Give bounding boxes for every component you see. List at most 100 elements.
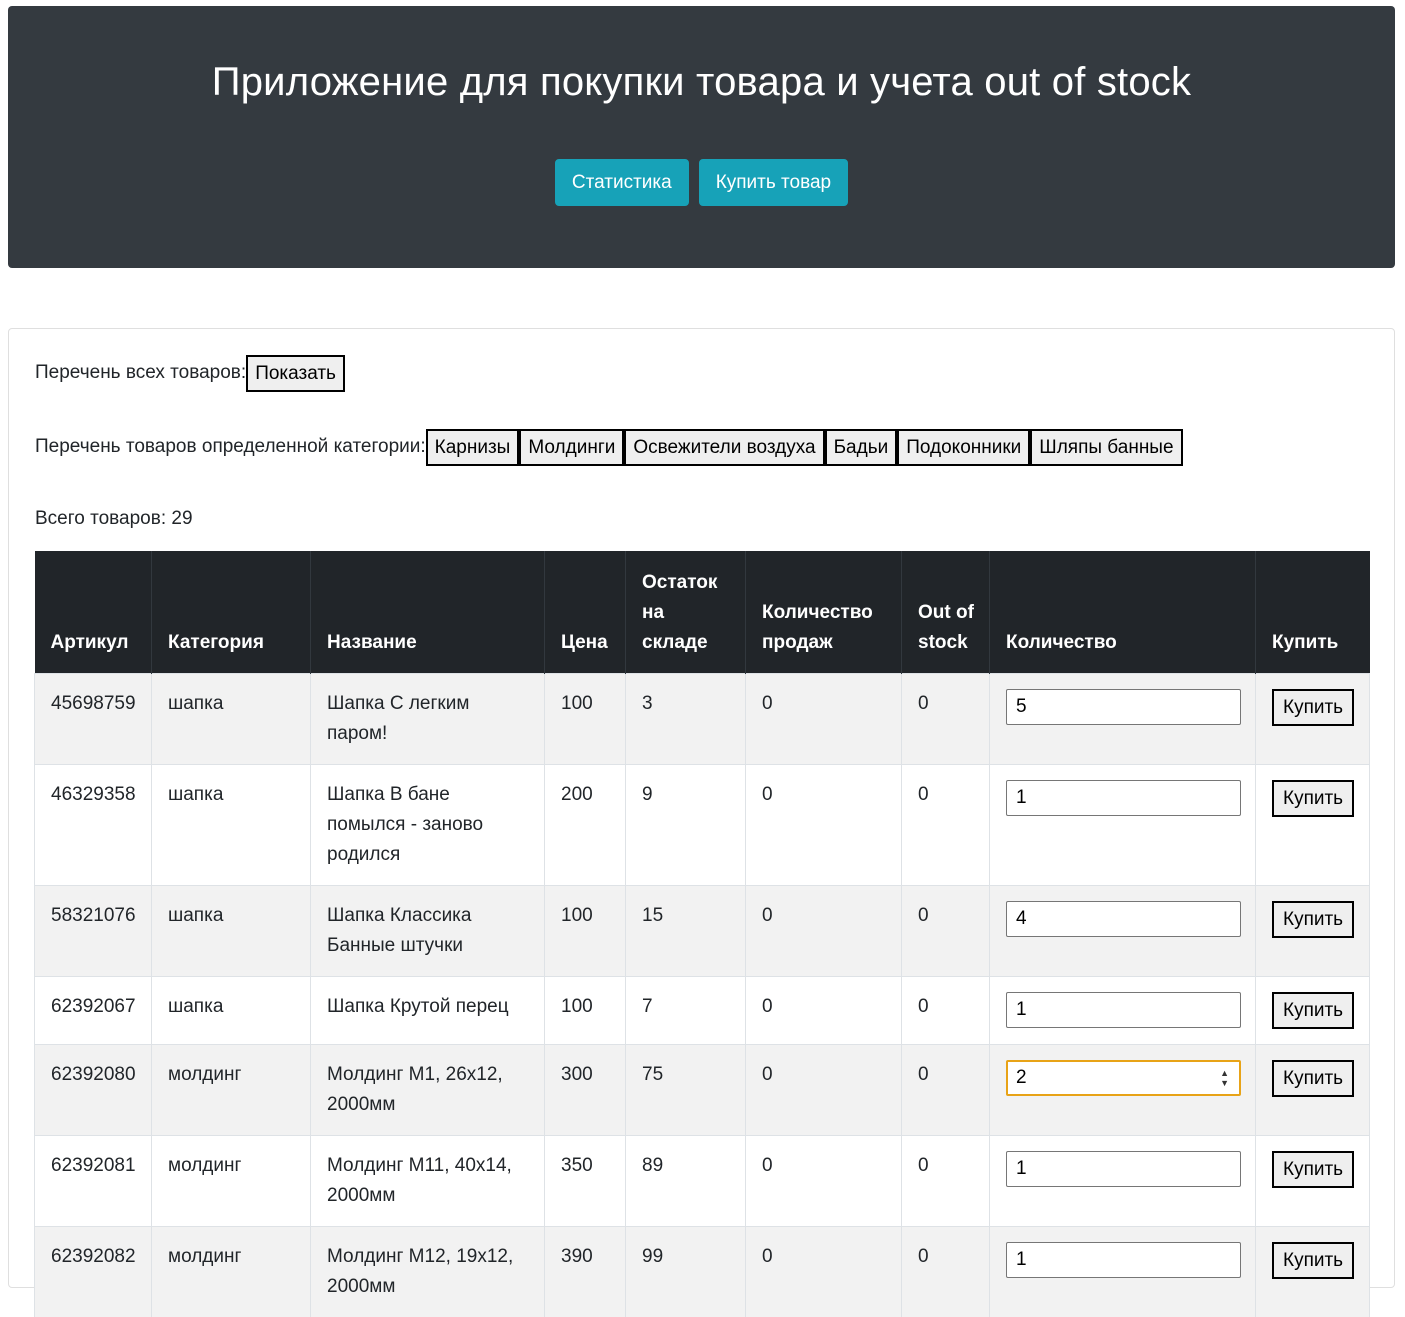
- cell-quantity: 2 ▲ ▼: [989, 1043, 1256, 1135]
- cell-oos: 0: [901, 672, 990, 764]
- table-row: 62392081 молдинг Молдинг М11, 40х14, 2000м…: [34, 1134, 1370, 1226]
- cell-oos: 0: [901, 1225, 990, 1317]
- quantity-input[interactable]: 1: [1006, 779, 1241, 816]
- cell-category: молдинг: [151, 1225, 311, 1317]
- cell-category: молдинг: [151, 1134, 311, 1226]
- total-count: Всего товаров: 29: [35, 508, 193, 529]
- cell-name: Молдинг М12, 19х12, 2000мм: [310, 1225, 545, 1317]
- quantity-value: 1: [1016, 1157, 1027, 1179]
- cell-category: шапка: [151, 763, 311, 885]
- page-title: Приложение для покупки товара и учета ou…: [211, 60, 1192, 104]
- cell-buy: Купить: [1255, 763, 1370, 885]
- quantity-input[interactable]: 4: [1006, 900, 1241, 937]
- cell-sku: 46329358: [34, 763, 152, 885]
- header-banner: Приложение для покупки товара и учета ou…: [8, 6, 1395, 268]
- cell-category: шапка: [151, 672, 311, 764]
- cell-oos: 0: [901, 975, 990, 1044]
- table-row: 62392067 шапка Шапка Крутой перец 100 7 0 0 1 Ку…: [34, 975, 1370, 1044]
- cell-sku: 62392082: [34, 1225, 152, 1317]
- buy-button[interactable]: Купить: [1272, 1150, 1355, 1188]
- column-header: Артикул: [34, 551, 152, 673]
- cell-buy: Купить: [1255, 1043, 1370, 1135]
- buy-button[interactable]: Купить: [1272, 1059, 1355, 1097]
- cell-sales: 0: [745, 672, 902, 764]
- buy-button[interactable]: Купить: [1272, 991, 1355, 1029]
- quantity-value: 1: [1016, 998, 1027, 1020]
- cell-name: Шапка В бане помылся - заново родился: [310, 763, 545, 885]
- column-header: Остаток на складе: [625, 551, 746, 673]
- quantity-input[interactable]: 2 ▲ ▼: [1006, 1059, 1241, 1096]
- cell-buy: Купить: [1255, 672, 1370, 764]
- cell-category: молдинг: [151, 1043, 311, 1135]
- cell-sales: 0: [745, 1043, 902, 1135]
- cell-oos: 0: [901, 763, 990, 885]
- cell-stock: 89: [625, 1134, 746, 1226]
- buy-button[interactable]: Купить: [1272, 900, 1355, 938]
- cell-quantity: 5: [989, 672, 1256, 764]
- category-button-tubs[interactable]: Бадьи: [824, 428, 898, 466]
- column-header: Название: [310, 551, 545, 673]
- quantity-input[interactable]: 1: [1006, 1150, 1241, 1187]
- cell-price: 100: [544, 672, 626, 764]
- statistics-button[interactable]: Статистика: [554, 159, 689, 206]
- buy-product-button[interactable]: Купить товар: [698, 159, 849, 206]
- column-header: Out of stock: [901, 551, 990, 673]
- products-table: Артикул Категория Название Цена Остаток …: [34, 551, 1370, 1317]
- cell-stock: 3: [625, 672, 746, 764]
- spinner-arrows-icon[interactable]: ▲ ▼: [1220, 1068, 1229, 1088]
- cell-price: 300: [544, 1043, 626, 1135]
- cell-sales: 0: [745, 1134, 902, 1226]
- cell-price: 200: [544, 763, 626, 885]
- cell-price: 390: [544, 1225, 626, 1317]
- quantity-input[interactable]: 1: [1006, 1241, 1241, 1278]
- category-filter-label: Перечень товаров определенной категории:: [35, 436, 426, 457]
- category-button-bath-hats[interactable]: Шляпы банные: [1030, 428, 1183, 466]
- cell-sales: 0: [745, 1225, 902, 1317]
- buy-button[interactable]: Купить: [1272, 1241, 1355, 1279]
- quantity-value: 1: [1016, 786, 1027, 808]
- show-all-button[interactable]: Показать: [246, 354, 345, 392]
- cell-stock: 99: [625, 1225, 746, 1317]
- cell-buy: Купить: [1255, 975, 1370, 1044]
- category-button-moldings[interactable]: Молдинги: [519, 428, 625, 466]
- cell-sku: 62392080: [34, 1043, 152, 1135]
- cell-category: шапка: [151, 884, 311, 976]
- content-card: Перечень всех товаров: Показать Перечень…: [8, 328, 1395, 1317]
- cell-sales: 0: [745, 975, 902, 1044]
- column-header: Цена: [544, 551, 626, 673]
- cell-sales: 0: [745, 884, 902, 976]
- cell-buy: Купить: [1255, 1225, 1370, 1317]
- cell-stock: 9: [625, 763, 746, 885]
- cell-price: 100: [544, 975, 626, 1044]
- cell-quantity: 1: [989, 1225, 1256, 1317]
- column-header: Купить: [1255, 551, 1370, 673]
- cell-stock: 7: [625, 975, 746, 1044]
- quantity-value: 2: [1016, 1066, 1027, 1088]
- products-table-wrapper: Артикул Категория Название Цена Остаток …: [34, 551, 1370, 1317]
- category-button-air-fresheners[interactable]: Освежители воздуха: [624, 428, 825, 466]
- category-button-cornices[interactable]: Карнизы: [425, 428, 520, 466]
- table-row: 45698759 шапка Шапка С легким паром! 100 3 0 0…: [34, 672, 1370, 764]
- all-products-label: Перечень всех товаров:: [35, 362, 247, 383]
- cell-name: Молдинг М1, 26х12, 2000мм: [310, 1043, 545, 1135]
- quantity-value: 1: [1016, 1248, 1027, 1270]
- quantity-input[interactable]: 1: [1006, 991, 1241, 1028]
- category-button-windowsills[interactable]: Подоконники: [897, 428, 1031, 466]
- cell-sales: 0: [745, 763, 902, 885]
- column-header: Категория: [151, 551, 311, 673]
- cell-sku: 62392081: [34, 1134, 152, 1226]
- cell-buy: Купить: [1255, 1134, 1370, 1226]
- table-row: 62392082 молдинг Молдинг М12, 19х12, 2000м…: [34, 1225, 1370, 1317]
- cell-price: 100: [544, 884, 626, 976]
- column-header: Количество продаж: [745, 551, 902, 673]
- buy-button[interactable]: Купить: [1272, 688, 1355, 726]
- table-row: 46329358 шапка Шапка В бане помылся - зано…: [34, 763, 1370, 885]
- table-row: 62392080 молдинг Молдинг М1, 26х12, 2000мм…: [34, 1043, 1370, 1135]
- cell-price: 350: [544, 1134, 626, 1226]
- buy-button[interactable]: Купить: [1272, 779, 1355, 817]
- quantity-input[interactable]: 5: [1006, 688, 1241, 725]
- cell-name: Молдинг М11, 40х14, 2000мм: [310, 1134, 545, 1226]
- cell-quantity: 4: [989, 884, 1256, 976]
- quantity-value: 5: [1016, 695, 1027, 717]
- cell-name: Шапка Классика Банные штучки: [310, 884, 545, 976]
